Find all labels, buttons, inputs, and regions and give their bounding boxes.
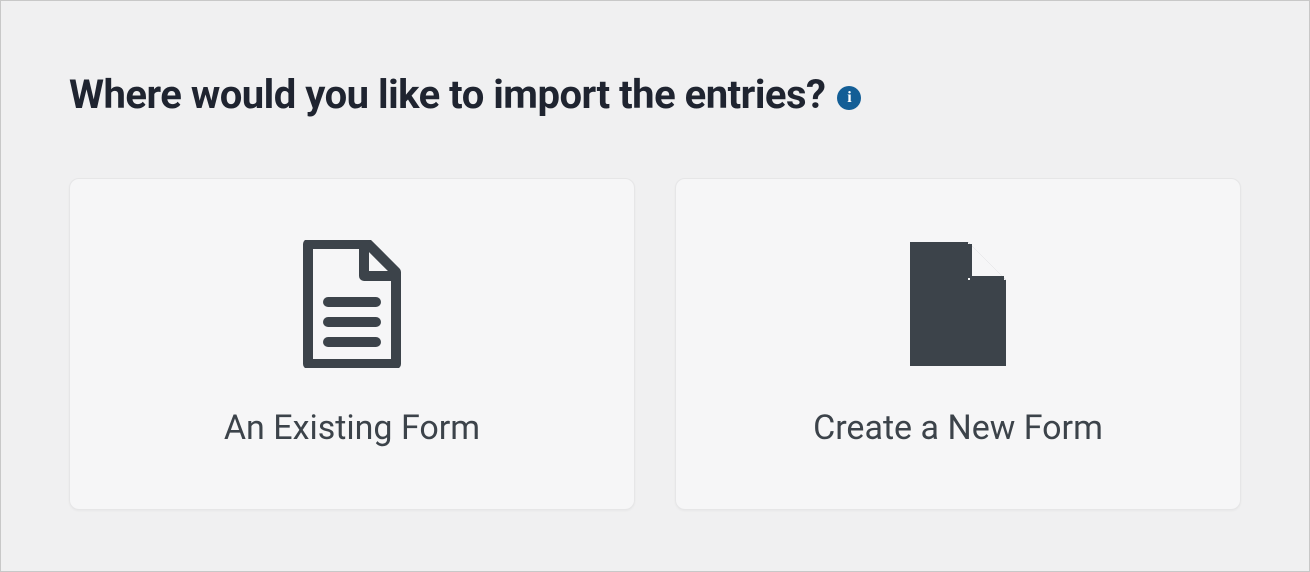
info-icon[interactable]: i [837, 86, 861, 110]
existing-form-card[interactable]: An Existing Form [69, 178, 635, 510]
document-fold-icon [894, 240, 1022, 368]
new-form-label: Create a New Form [813, 408, 1103, 448]
document-lines-icon [288, 240, 416, 368]
option-cards: An Existing Form Create a New Form [69, 178, 1241, 510]
page-heading: Where would you like to import the entri… [69, 71, 825, 118]
existing-form-label: An Existing Form [224, 408, 480, 448]
info-icon-glyph: i [847, 90, 851, 106]
heading-row: Where would you like to import the entri… [69, 71, 1241, 118]
new-form-card[interactable]: Create a New Form [675, 178, 1241, 510]
